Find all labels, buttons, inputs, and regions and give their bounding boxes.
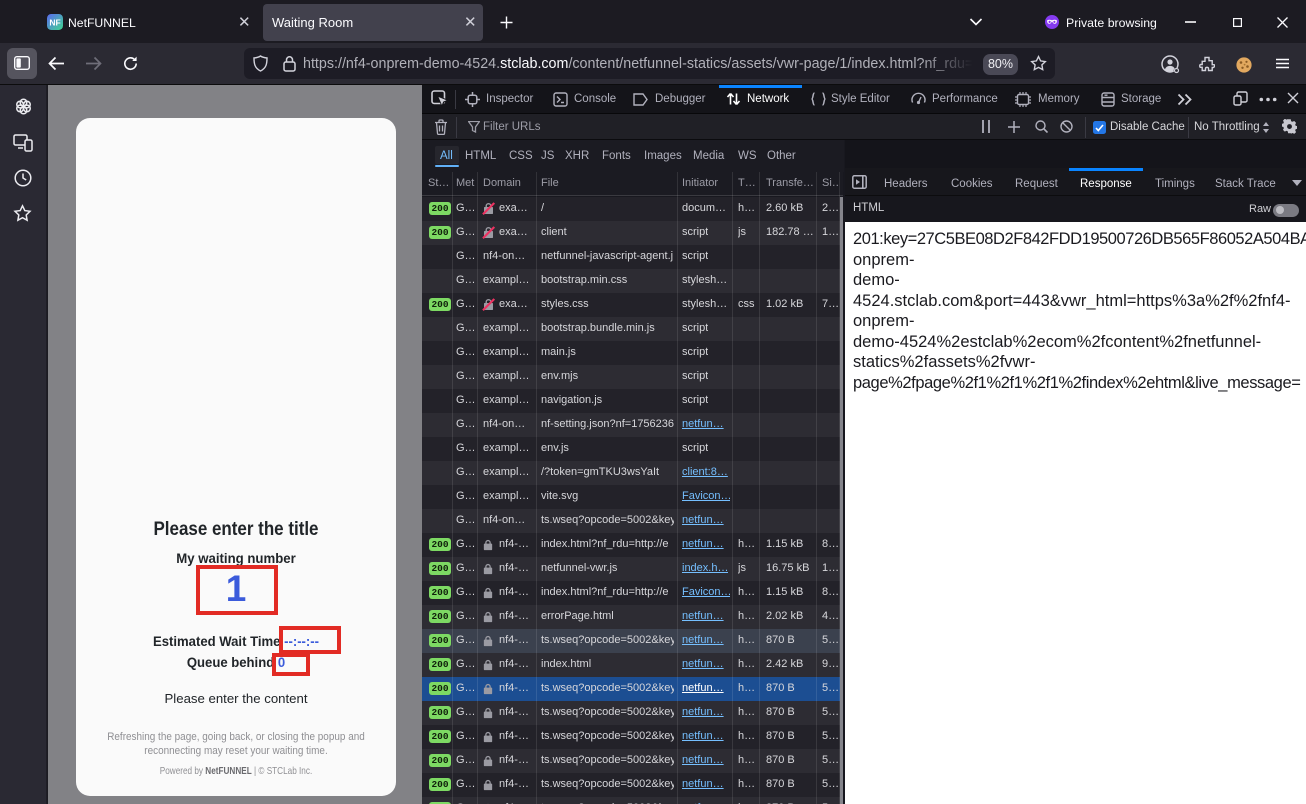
svg-text:NF: NF — [49, 18, 60, 28]
